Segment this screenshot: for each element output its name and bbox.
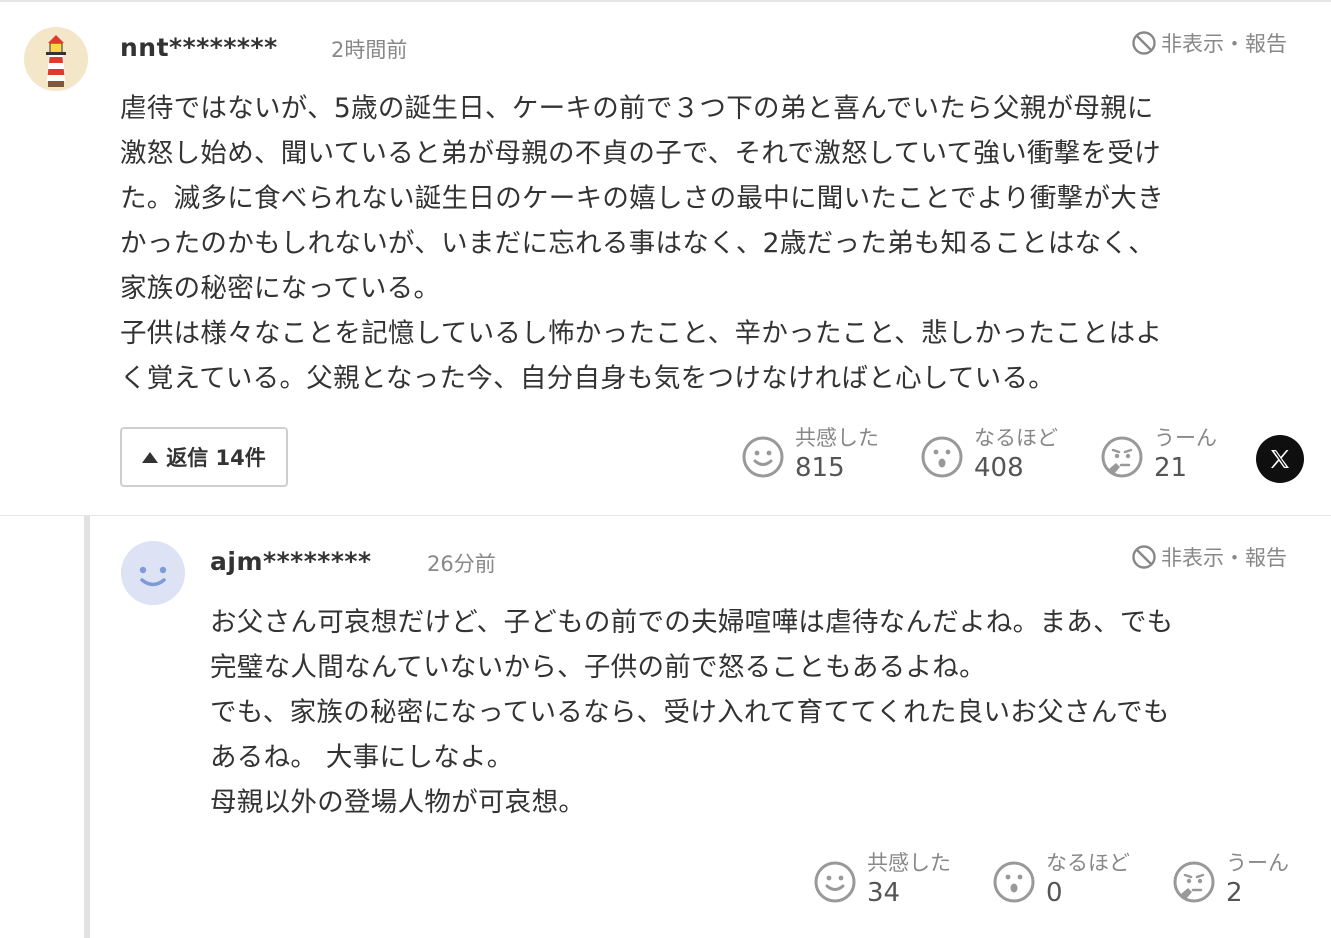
thinking-icon [1173,861,1215,903]
reaction-count: 21 [1154,453,1188,483]
lighthouse-icon [24,27,88,91]
reaction-hmm[interactable]: うーん 21 [1100,425,1217,485]
reply-thread-line [84,516,90,938]
comment-body: お父さん可哀想だけど、子どもの前での夫婦喧嘩は虐待なんだよね。まあ、でも 完璧な… [210,607,1174,818]
reaction-label: なるほど [974,426,1058,450]
thinking-icon [1101,436,1143,478]
prohibited-icon [1132,31,1156,55]
post-time: 26分前 [427,552,496,576]
share-x-button[interactable] [1256,435,1304,483]
smile-icon [814,861,856,903]
hide-report-button[interactable]: 非表示・報告 [1131,28,1287,58]
hide-report-label: 非表示・報告 [1161,546,1287,570]
smile-icon [742,436,784,478]
avatar[interactable] [24,27,88,91]
reaction-count: 2 [1226,878,1243,908]
reaction-label: 共感した [867,851,951,875]
surprised-icon [921,436,963,478]
username[interactable]: ajm******** [210,547,372,576]
replies-label: 返信 14件 [166,446,266,470]
reaction-label: 共感した [795,426,879,450]
reaction-hmm[interactable]: うーん 2 [1172,850,1289,910]
comment-divider [0,515,1331,516]
reaction-count: 0 [1046,878,1063,908]
replies-toggle-button[interactable]: 返信 14件 [120,427,288,487]
top-divider [0,0,1331,2]
reaction-insightful[interactable]: なるほど 408 [920,425,1058,485]
x-logo-icon [1271,450,1289,468]
reaction-count: 34 [867,878,901,908]
hide-report-label: 非表示・報告 [1161,32,1287,56]
reaction-count: 815 [795,453,845,483]
hide-report-button[interactable]: 非表示・報告 [1131,542,1287,572]
reaction-label: うーん [1154,426,1217,450]
reaction-empathy[interactable]: 共感した 34 [813,850,951,910]
triangle-up-icon [142,451,159,463]
comment-body: 虐待ではないが、5歳の誕生日、ケーキの前で３つ下の弟と喜んでいたら父親が母親に … [120,93,1164,394]
prohibited-icon [1132,545,1156,569]
reaction-label: なるほど [1046,851,1130,875]
avatar[interactable] [121,541,185,605]
reaction-empathy[interactable]: 共感した 815 [741,425,879,485]
surprised-icon [993,861,1035,903]
post-time: 2時間前 [331,38,408,62]
reaction-label: うーん [1226,851,1289,875]
reaction-insightful[interactable]: なるほど 0 [992,850,1130,910]
username[interactable]: nnt******** [120,33,278,62]
reaction-count: 408 [974,453,1024,483]
smiley-avatar-icon [121,541,185,605]
